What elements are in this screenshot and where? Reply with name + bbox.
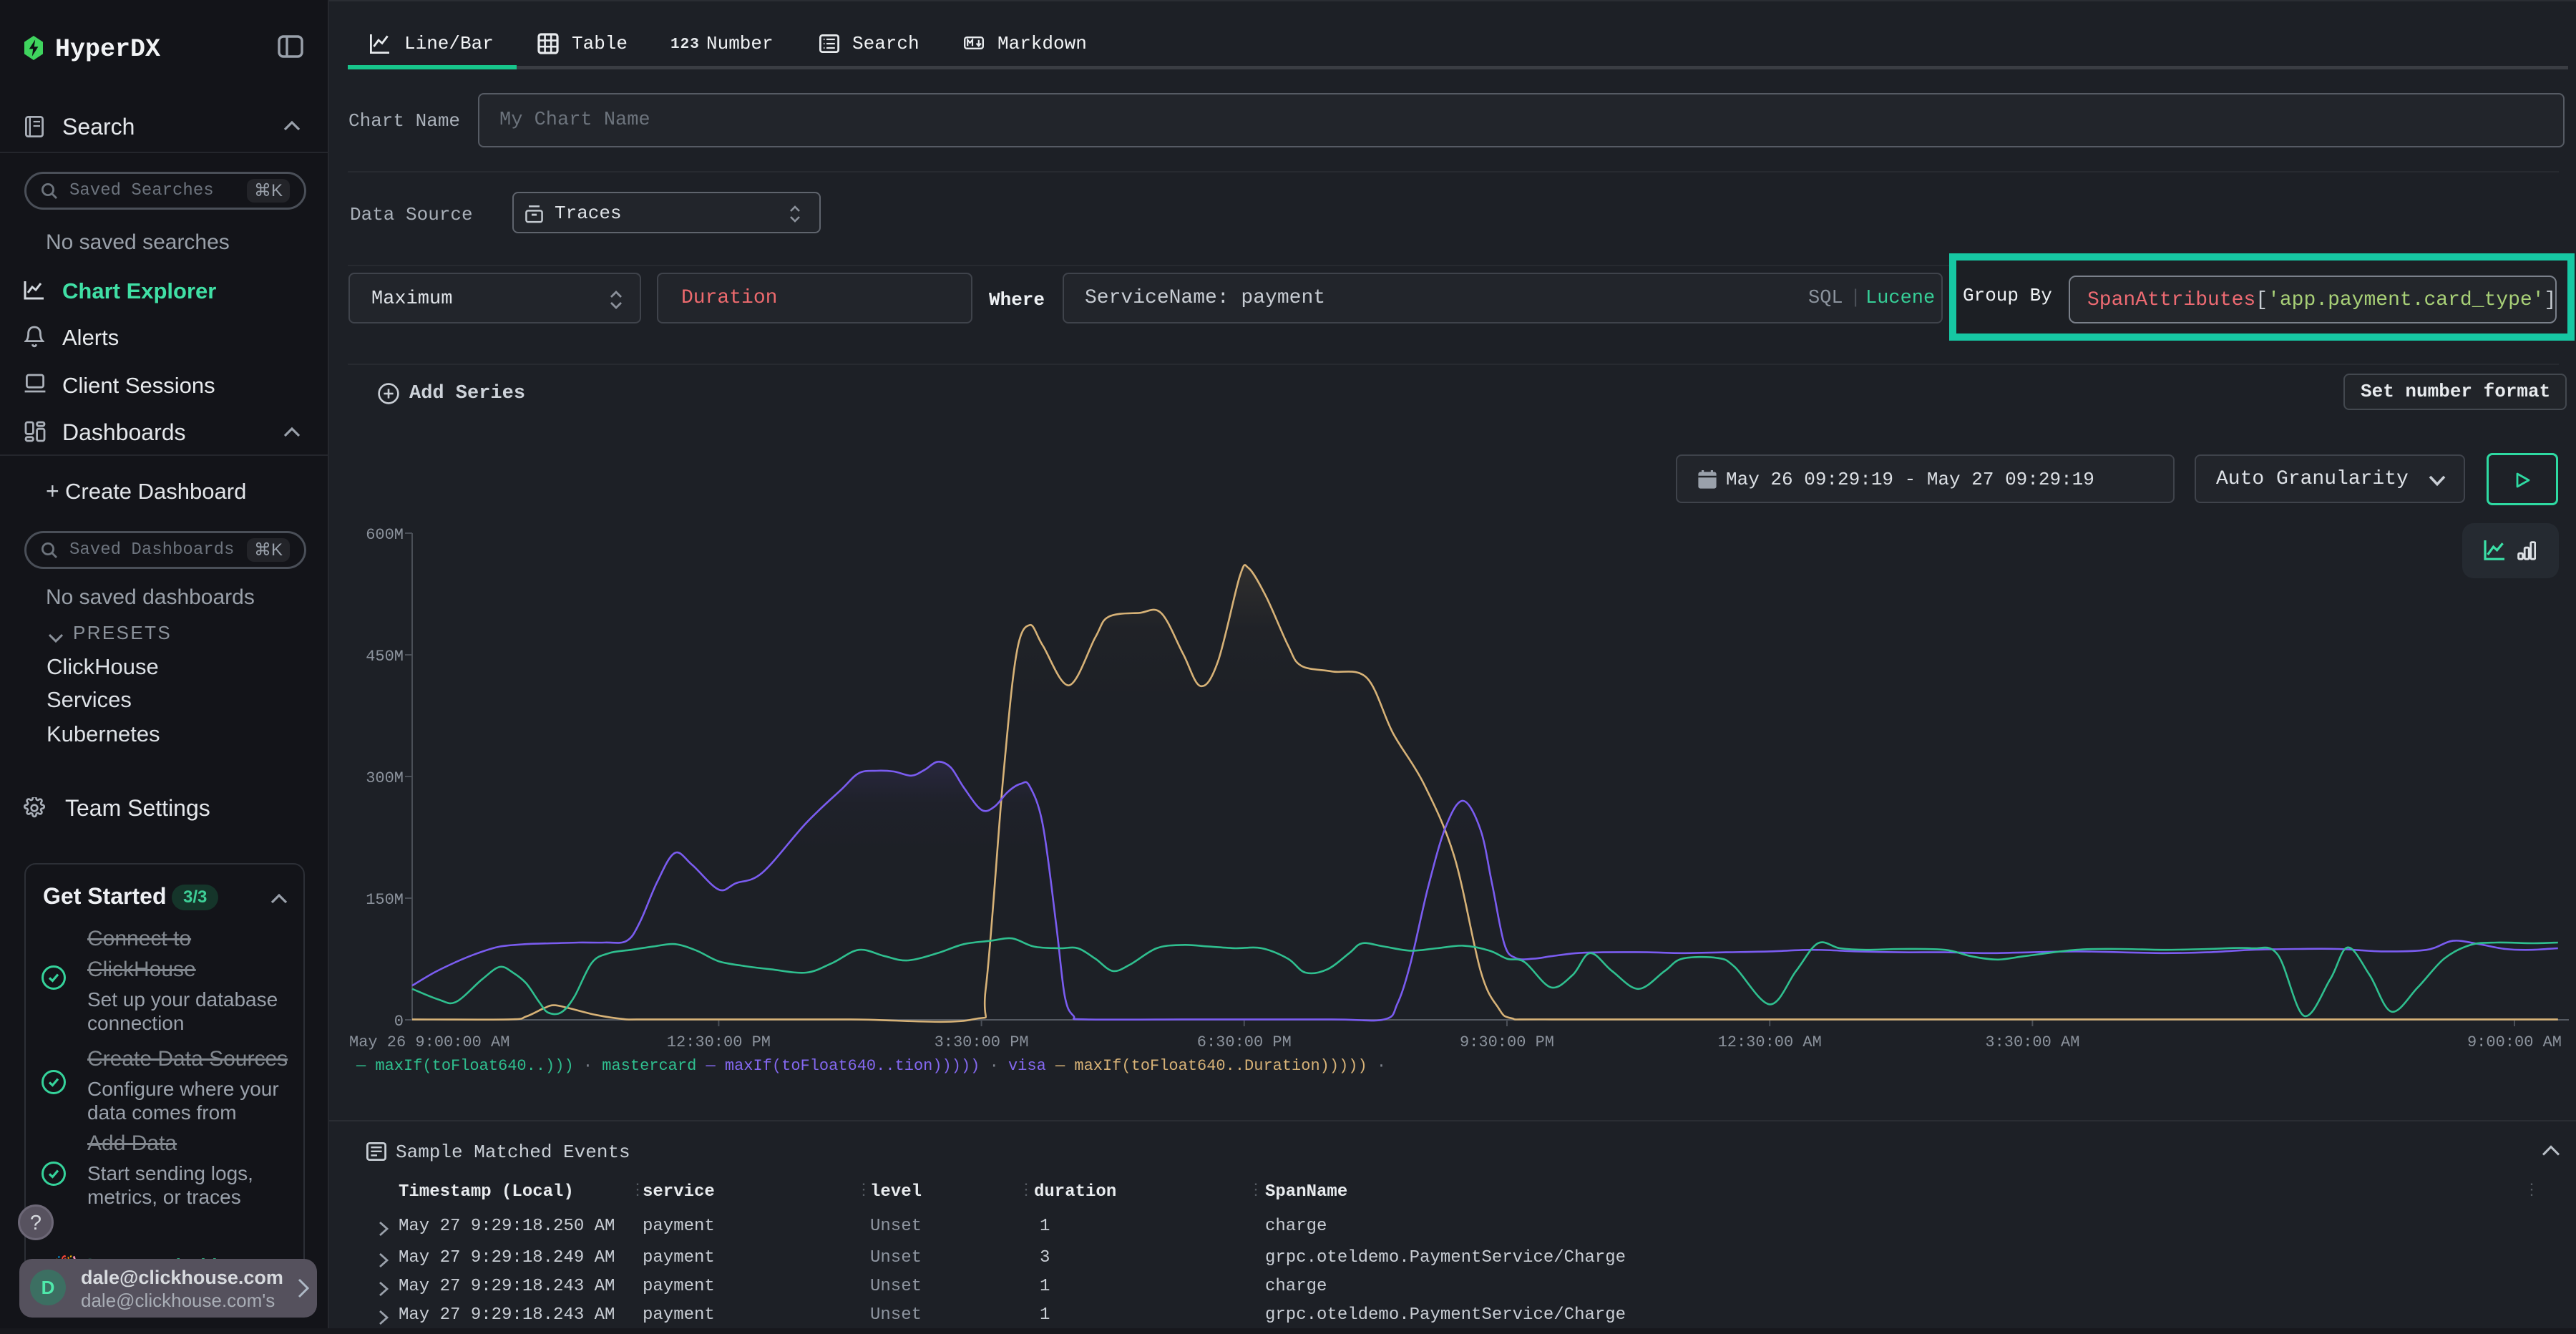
svg-text:6:30:00 PM: 6:30:00 PM [1197, 1033, 1292, 1051]
svg-text:150M: 150M [366, 891, 404, 909]
svg-text:3:30:00 PM: 3:30:00 PM [935, 1033, 1029, 1051]
svg-text:600M: 600M [366, 526, 404, 544]
svg-text:3:30:00 AM: 3:30:00 AM [1985, 1033, 2079, 1051]
svg-text:9:00:00 AM: 9:00:00 AM [2467, 1033, 2562, 1051]
svg-text:May 26 9:00:00 AM: May 26 9:00:00 AM [349, 1033, 509, 1051]
svg-text:0: 0 [394, 1013, 404, 1031]
svg-text:300M: 300M [366, 769, 404, 787]
svg-text:9:30:00 PM: 9:30:00 PM [1460, 1033, 1554, 1051]
svg-text:450M: 450M [366, 648, 404, 666]
svg-text:12:30:00 AM: 12:30:00 AM [1718, 1033, 1822, 1051]
svg-text:12:30:00 PM: 12:30:00 PM [667, 1033, 771, 1051]
